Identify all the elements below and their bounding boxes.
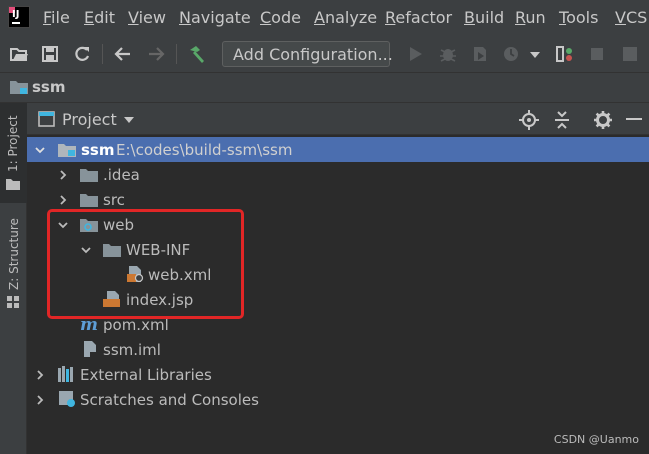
module-folder-icon: [58, 144, 76, 157]
project-view-icon: [38, 111, 55, 127]
run-anything-icon[interactable]: [620, 44, 640, 64]
profile-icon[interactable]: [502, 44, 522, 64]
save-icon[interactable]: [40, 44, 60, 64]
stripe-structure-tab[interactable]: Z: Structure: [7, 218, 21, 290]
build-hammer-icon[interactable]: [187, 44, 207, 64]
menu-analyze[interactable]: Analyze: [314, 8, 377, 27]
project-tab-icon: [6, 179, 20, 190]
settings-gear-icon[interactable]: [593, 110, 613, 130]
breadcrumb-project[interactable]: ssm: [32, 78, 66, 96]
intellij-logo-icon: IJ: [8, 6, 30, 28]
refresh-icon[interactable]: [72, 44, 92, 64]
locate-file-icon[interactable]: [519, 110, 539, 130]
scratches-icon: [59, 391, 75, 407]
menu-build[interactable]: Build: [464, 8, 504, 27]
stripe-project-label: 1: Project: [6, 115, 20, 172]
collapsed-arrow-icon[interactable]: [34, 369, 46, 381]
tree-root-path: E:\codes\build-ssm\ssm: [116, 141, 293, 159]
run-icon[interactable]: [405, 44, 425, 64]
menu-run[interactable]: Run: [515, 8, 546, 27]
open-folder-icon[interactable]: [9, 44, 29, 64]
project-panel-title[interactable]: Project: [62, 110, 117, 129]
highlight-annotation-box: [47, 209, 244, 319]
tree-root-name: ssm: [81, 141, 115, 159]
collapsed-arrow-icon[interactable]: [34, 394, 46, 406]
module-file-icon: [84, 341, 96, 357]
menu-navigate[interactable]: Navigate: [179, 8, 251, 27]
menu-code[interactable]: Code: [260, 8, 301, 27]
add-configuration-button[interactable]: Add Configuration...: [222, 41, 393, 67]
menu-edit[interactable]: Edit: [84, 8, 115, 27]
watermark: CSDN @Uanmo: [553, 433, 639, 446]
stop-icon[interactable]: [587, 44, 607, 64]
collapsed-arrow-icon[interactable]: [57, 169, 69, 181]
chevron-down-icon[interactable]: [530, 52, 540, 58]
folder-icon: [80, 194, 98, 207]
chevron-down-icon[interactable]: [124, 117, 134, 123]
folder-icon: [80, 169, 98, 182]
structure-tab-icon: [7, 296, 19, 308]
back-arrow-icon[interactable]: [113, 44, 133, 64]
tree-item-src[interactable]: src: [103, 191, 125, 209]
collapsed-arrow-icon[interactable]: [57, 194, 69, 206]
hide-panel-icon[interactable]: [626, 118, 642, 120]
coverage-icon[interactable]: [470, 44, 490, 64]
attach-debugger-icon[interactable]: [555, 44, 575, 64]
toolbar-separator: [102, 44, 103, 64]
debug-icon[interactable]: [438, 44, 458, 64]
collapse-all-icon[interactable]: [552, 110, 572, 130]
tree-item-external-libraries[interactable]: External Libraries: [80, 366, 212, 384]
menu-refactor[interactable]: Refactor: [385, 8, 452, 27]
menu-vcs[interactable]: VCS: [615, 8, 647, 27]
breadcrumb: [0, 72, 649, 103]
project-folder-icon: [10, 81, 28, 94]
expand-arrow-icon[interactable]: [34, 144, 46, 156]
menu-tools[interactable]: Tools: [559, 8, 598, 27]
tree-item-idea[interactable]: .idea: [103, 166, 140, 184]
menu-view[interactable]: View: [128, 8, 166, 27]
external-libraries-icon: [58, 366, 73, 382]
tree-item-ssm-iml[interactable]: ssm.iml: [103, 341, 161, 359]
tree-item-scratches[interactable]: Scratches and Consoles: [80, 391, 259, 409]
forward-arrow-icon[interactable]: [146, 44, 166, 64]
toolbar-separator: [176, 44, 177, 64]
add-configuration-label: Add Configuration...: [233, 45, 393, 64]
menu-file[interactable]: File: [43, 8, 70, 27]
